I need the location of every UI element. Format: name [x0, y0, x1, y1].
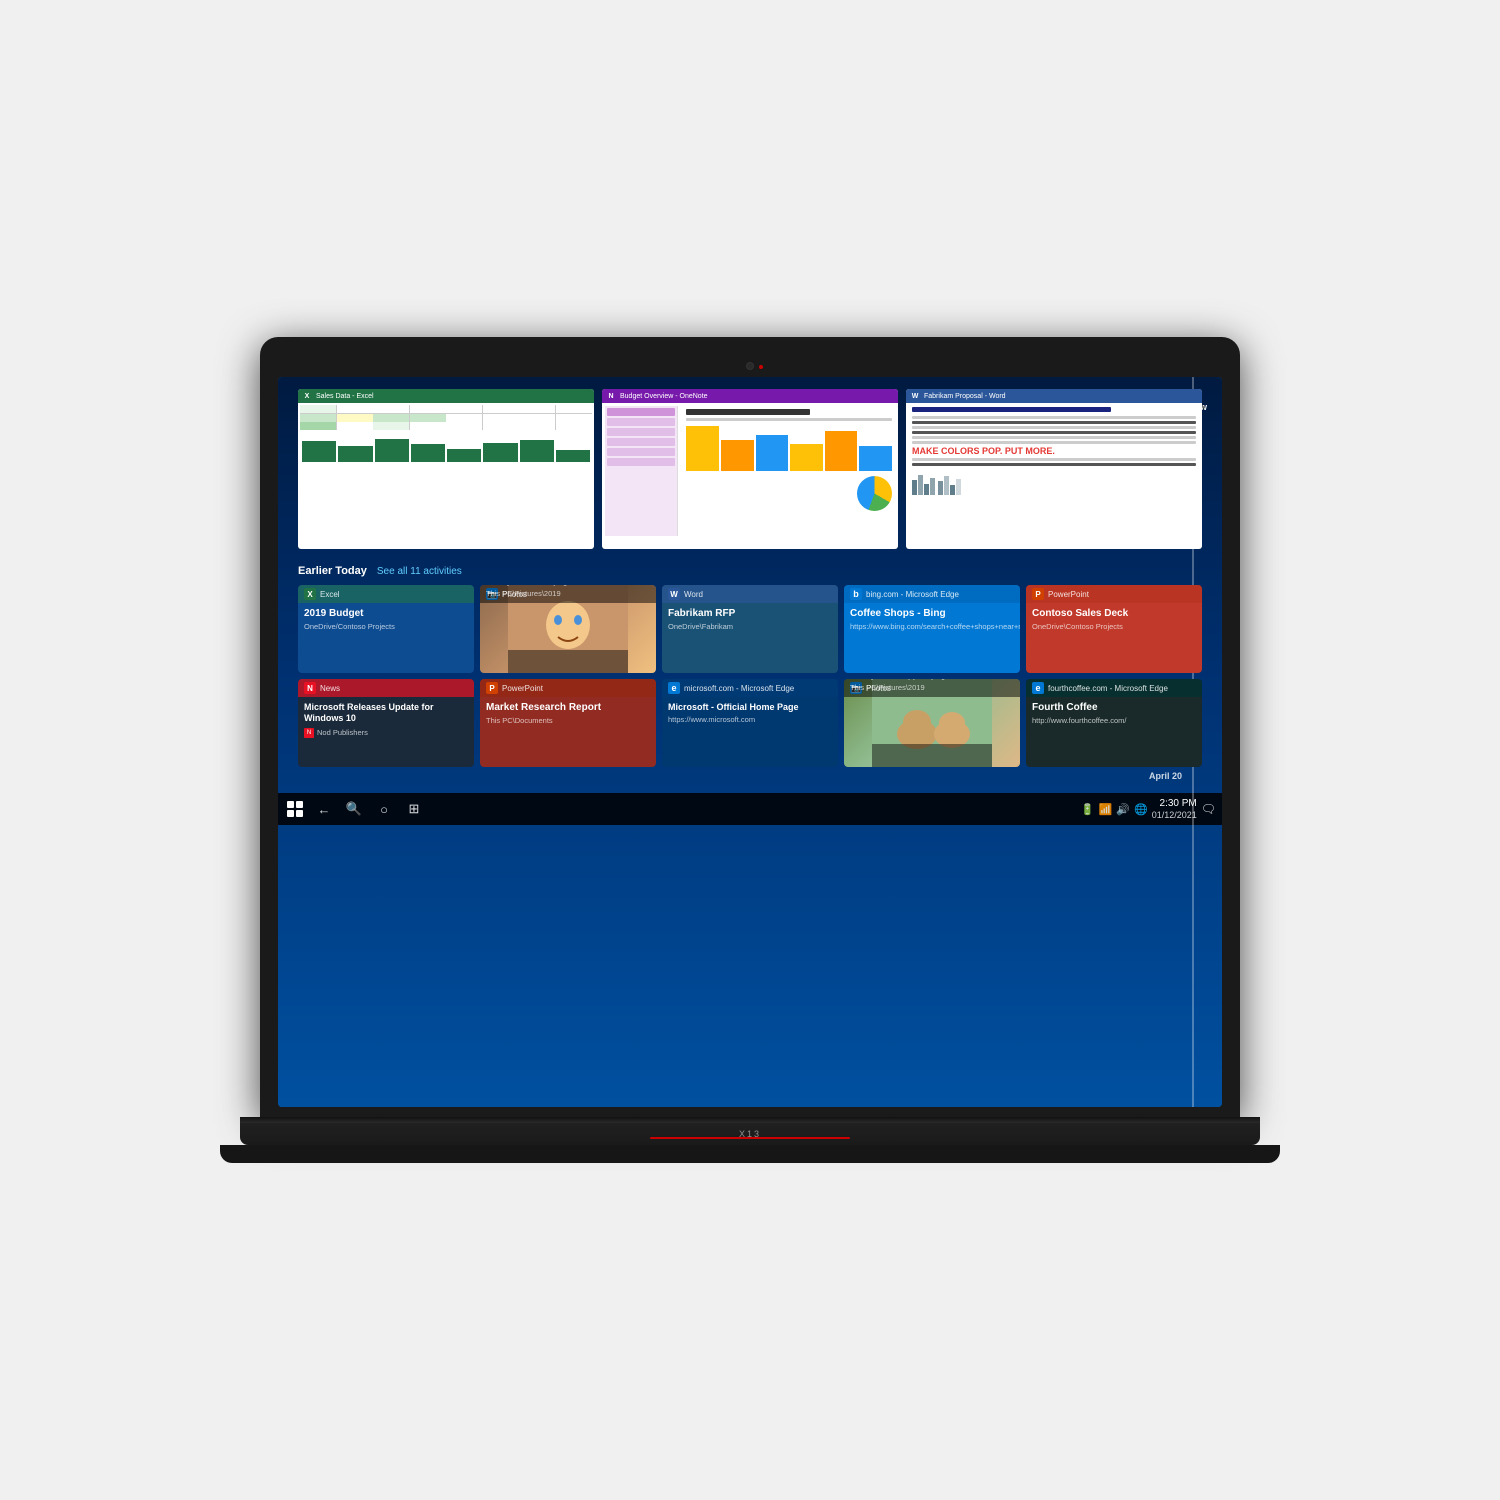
laptop-outer: Now 🔍 X Sales Data - Excel [260, 337, 1240, 1117]
activity-card-photos-kids[interactable]: 📷 Photos Family2019_Kids.png This PC\Pic… [480, 585, 656, 673]
excel-icon-thumb: X [302, 391, 312, 401]
taskview-button[interactable]: ⊞ [402, 797, 426, 821]
excel-window-thumb[interactable]: X Sales Data - Excel [298, 389, 594, 549]
large-windows-section: X Sales Data - Excel [278, 377, 1222, 793]
fourth-coffee-subtitle: http://www.fourthcoffee.com/ [1032, 716, 1196, 725]
ppt2-app-name: PowerPoint [502, 684, 543, 693]
onenote-icon-thumb: N [606, 391, 616, 401]
ms-home-title: Microsoft - Official Home Page [668, 702, 832, 713]
market-research-subtitle: This PC\Documents [486, 716, 650, 725]
activity-card-ppt[interactable]: P PowerPoint Contoso Sales Deck OneDrive… [1026, 585, 1202, 673]
puppies-title: Family2019_Puppies.png [850, 679, 1014, 681]
laptop-hinge [240, 1117, 1260, 1123]
webcam [746, 362, 754, 370]
activities-grid-row1: X Excel 2019 Budget OneDrive/Contoso Pro… [298, 585, 1202, 673]
activity-card-photos-puppies[interactable]: 📷 Photos Family2019_Puppies.png This PC\… [844, 679, 1020, 767]
system-tray: 🔋 📶 🔊 🌐 2:30 PM 01/12/2021 🗨 [1081, 797, 1216, 822]
wifi-icon[interactable]: 📶 [1099, 803, 1113, 816]
excel-card-title: 2019 Budget [304, 608, 468, 620]
activity-card-fourth-coffee[interactable]: e fourthcoffee.com - Microsoft Edge Four… [1026, 679, 1202, 767]
word-window-title: Fabrikam Proposal - Word [924, 393, 1006, 400]
news-publisher: Nod Publishers [317, 728, 368, 737]
laptop-bezel-top [278, 355, 1222, 377]
ppt-app-name: PowerPoint [1048, 590, 1089, 599]
activities-grid-row2: N News Microsoft Releases Update for Win… [298, 679, 1202, 767]
edge-app-name: microsoft.com - Microsoft Edge [684, 684, 794, 693]
laptop-bottom-base [220, 1145, 1280, 1163]
cortana-button[interactable]: ○ [372, 797, 396, 821]
bing-app-name: bing.com - Microsoft Edge [866, 590, 959, 599]
windows-logo [287, 801, 303, 817]
photos-kids-title: Family2019_Kids.png [486, 585, 650, 587]
network-icon[interactable]: 🌐 [1134, 803, 1148, 816]
word-app-icon: W [668, 588, 680, 600]
bing-app-icon: b [850, 588, 862, 600]
news-publisher-icon: N [304, 728, 314, 738]
word-card-subtitle: OneDrive\Fabrikam [668, 622, 832, 631]
ppt-app-icon: P [1032, 588, 1044, 600]
edge-app-icon: e [668, 682, 680, 694]
notification-icon[interactable]: 🗨 [1201, 802, 1216, 816]
activity-card-ms-home[interactable]: e microsoft.com - Microsoft Edge Microso… [662, 679, 838, 767]
bing-card-subtitle: https://www.bing.com/search+coffee+shops… [850, 622, 1014, 631]
word-card-title: Fabrikam RFP [668, 608, 832, 620]
clock-date: 01/12/2021 [1152, 810, 1197, 822]
activity-card-market-research[interactable]: P PowerPoint Market Research Report This… [480, 679, 656, 767]
ppt-card-subtitle: OneDrive\Contoso Projects [1032, 622, 1196, 631]
laptop-container: Now 🔍 X Sales Data - Excel [220, 337, 1280, 1163]
news-card-title: Microsoft Releases Update for Windows 10 [304, 702, 468, 724]
timeline-bg: Now 🔍 X Sales Data - Excel [278, 377, 1222, 1107]
windows-row: X Sales Data - Excel [298, 389, 1202, 549]
clock-time: 2:30 PM [1152, 797, 1197, 810]
puppies-subtitle: This PC\Pictures\2019 [850, 683, 1014, 692]
activity-card-news[interactable]: N News Microsoft Releases Update for Win… [298, 679, 474, 767]
photos-kids-subtitle: This PC\Pictures\2019 [486, 589, 650, 598]
see-all-link[interactable]: See all 11 activities [377, 566, 462, 577]
news-app-icon: N [304, 682, 316, 694]
webcam-led [759, 365, 763, 369]
excel-app-icon: X [304, 588, 316, 600]
activity-card-excel[interactable]: X Excel 2019 Budget OneDrive/Contoso Pro… [298, 585, 474, 673]
date-label: April 20 [298, 767, 1202, 785]
taskbar-search-button[interactable]: 🔍 [342, 797, 366, 821]
battery-icon[interactable]: 🔋 [1081, 803, 1095, 816]
word-app-name: Word [684, 590, 703, 599]
laptop-red-line [650, 1137, 850, 1139]
edge2-app-icon: e [1032, 682, 1044, 694]
excel-card-subtitle: OneDrive/Contoso Projects [304, 622, 468, 631]
screen: Now 🔍 X Sales Data - Excel [278, 377, 1222, 1107]
section-header: Earlier Today See all 11 activities [298, 565, 1202, 577]
fourth-coffee-title: Fourth Coffee [1032, 702, 1196, 714]
activity-card-word[interactable]: W Word Fabrikam RFP OneDrive\Fabrikam [662, 585, 838, 673]
start-button[interactable] [284, 798, 306, 820]
edge2-app-name: fourthcoffee.com - Microsoft Edge [1048, 684, 1168, 693]
ms-home-subtitle: https://www.microsoft.com [668, 715, 832, 724]
taskbar-clock[interactable]: 2:30 PM 01/12/2021 [1152, 797, 1197, 822]
onenote-window-title: Budget Overview - OneNote [620, 393, 708, 400]
taskbar: ← 🔍 ○ ⊞ 🔋 📶 🔊 🌐 2:30 P [278, 793, 1222, 825]
laptop-base: X13 [240, 1117, 1260, 1145]
back-button[interactable]: ← [312, 797, 336, 821]
volume-icon[interactable]: 🔊 [1116, 803, 1130, 816]
excel-app-name: Excel [320, 590, 340, 599]
word-window-thumb[interactable]: W Fabrikam Proposal - Word [906, 389, 1202, 549]
ppt2-app-icon: P [486, 682, 498, 694]
bing-card-title: Coffee Shops - Bing [850, 608, 1014, 620]
earlier-today-label: Earlier Today [298, 565, 367, 577]
excel-window-title: Sales Data - Excel [316, 393, 374, 400]
market-research-title: Market Research Report [486, 702, 650, 714]
activity-card-bing[interactable]: b bing.com - Microsoft Edge Coffee Shops… [844, 585, 1020, 673]
word-icon-thumb: W [910, 391, 920, 401]
news-app-name: News [320, 684, 340, 693]
onenote-window-thumb[interactable]: N Budget Overview - OneNote [602, 389, 898, 549]
ppt-card-title: Contoso Sales Deck [1032, 608, 1196, 620]
